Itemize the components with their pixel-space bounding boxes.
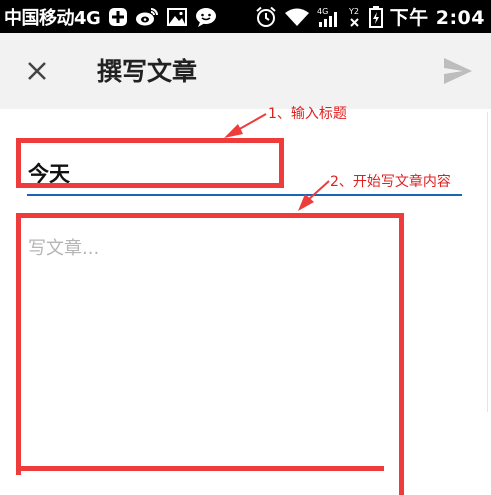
arrow-to-body [298, 180, 330, 211]
annotation-note-title: 1、输入标题 [268, 106, 347, 122]
arrow-to-title [224, 113, 267, 138]
annotation-note-body: 2、开始写文章内容 [330, 174, 451, 190]
annotation-arrows [224, 113, 330, 211]
